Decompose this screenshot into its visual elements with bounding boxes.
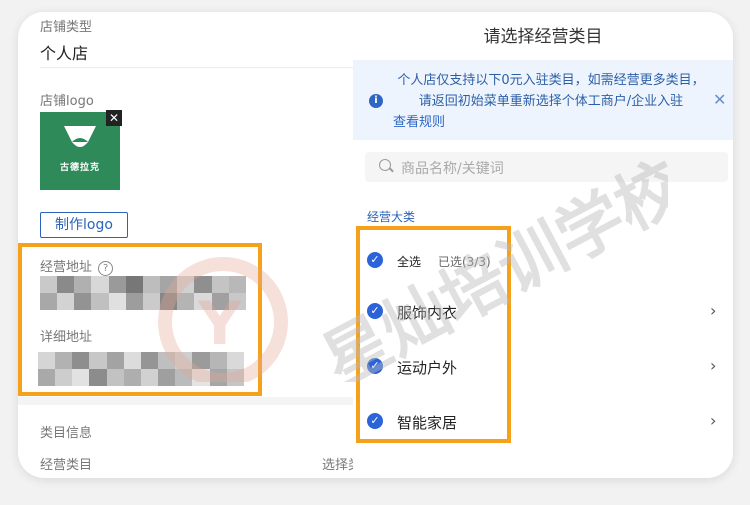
chevron-right-icon[interactable]: › bbox=[710, 301, 716, 320]
shop-type-label: 店铺类型 bbox=[40, 20, 93, 35]
logo-mark-icon bbox=[64, 126, 96, 147]
shop-type-value: 个人店 bbox=[40, 44, 89, 63]
highlight-box-categories bbox=[356, 226, 511, 443]
section-gap bbox=[18, 397, 353, 405]
shop-logo-label: 店铺logo bbox=[40, 94, 94, 109]
category-info-label: 类目信息 bbox=[40, 426, 93, 441]
search-placeholder: 商品名称/关键词 bbox=[401, 161, 504, 177]
business-category-label: 经营类目 bbox=[40, 458, 93, 473]
section-label: 经营大类 bbox=[367, 210, 416, 224]
logo-text: 古德拉克 bbox=[59, 163, 100, 173]
highlight-box-address bbox=[18, 243, 262, 396]
notice-banner: i 个人店仅支持以下0元入驻类目，如需经营更多类目，请返回初始菜单重新选择个体工… bbox=[353, 60, 733, 140]
close-icon[interactable]: ✕ bbox=[713, 90, 726, 109]
notice-text: 个人店仅支持以下0元入驻类目，如需经营更多类目，请返回初始菜单重新选择个体工商户… bbox=[391, 70, 711, 133]
panel-title: 请选择经营类目 bbox=[483, 27, 603, 47]
settings-card: 店铺类型 个人店 店铺logo 古德拉克 ✕ 制作logo 经营地址 ? 详细地… bbox=[18, 12, 733, 478]
remove-logo-icon[interactable]: ✕ bbox=[106, 110, 122, 126]
search-input[interactable]: 商品名称/关键词 bbox=[365, 152, 728, 182]
chevron-right-icon[interactable]: › bbox=[710, 411, 716, 430]
shop-logo-image[interactable]: 古德拉克 ✕ bbox=[40, 110, 122, 190]
view-rules-link[interactable]: 查看规则 bbox=[393, 112, 711, 133]
make-logo-button[interactable]: 制作logo bbox=[40, 212, 128, 238]
chevron-right-icon[interactable]: › bbox=[710, 356, 716, 375]
info-icon: i bbox=[369, 94, 383, 108]
divider bbox=[40, 67, 353, 68]
search-icon bbox=[379, 159, 391, 171]
